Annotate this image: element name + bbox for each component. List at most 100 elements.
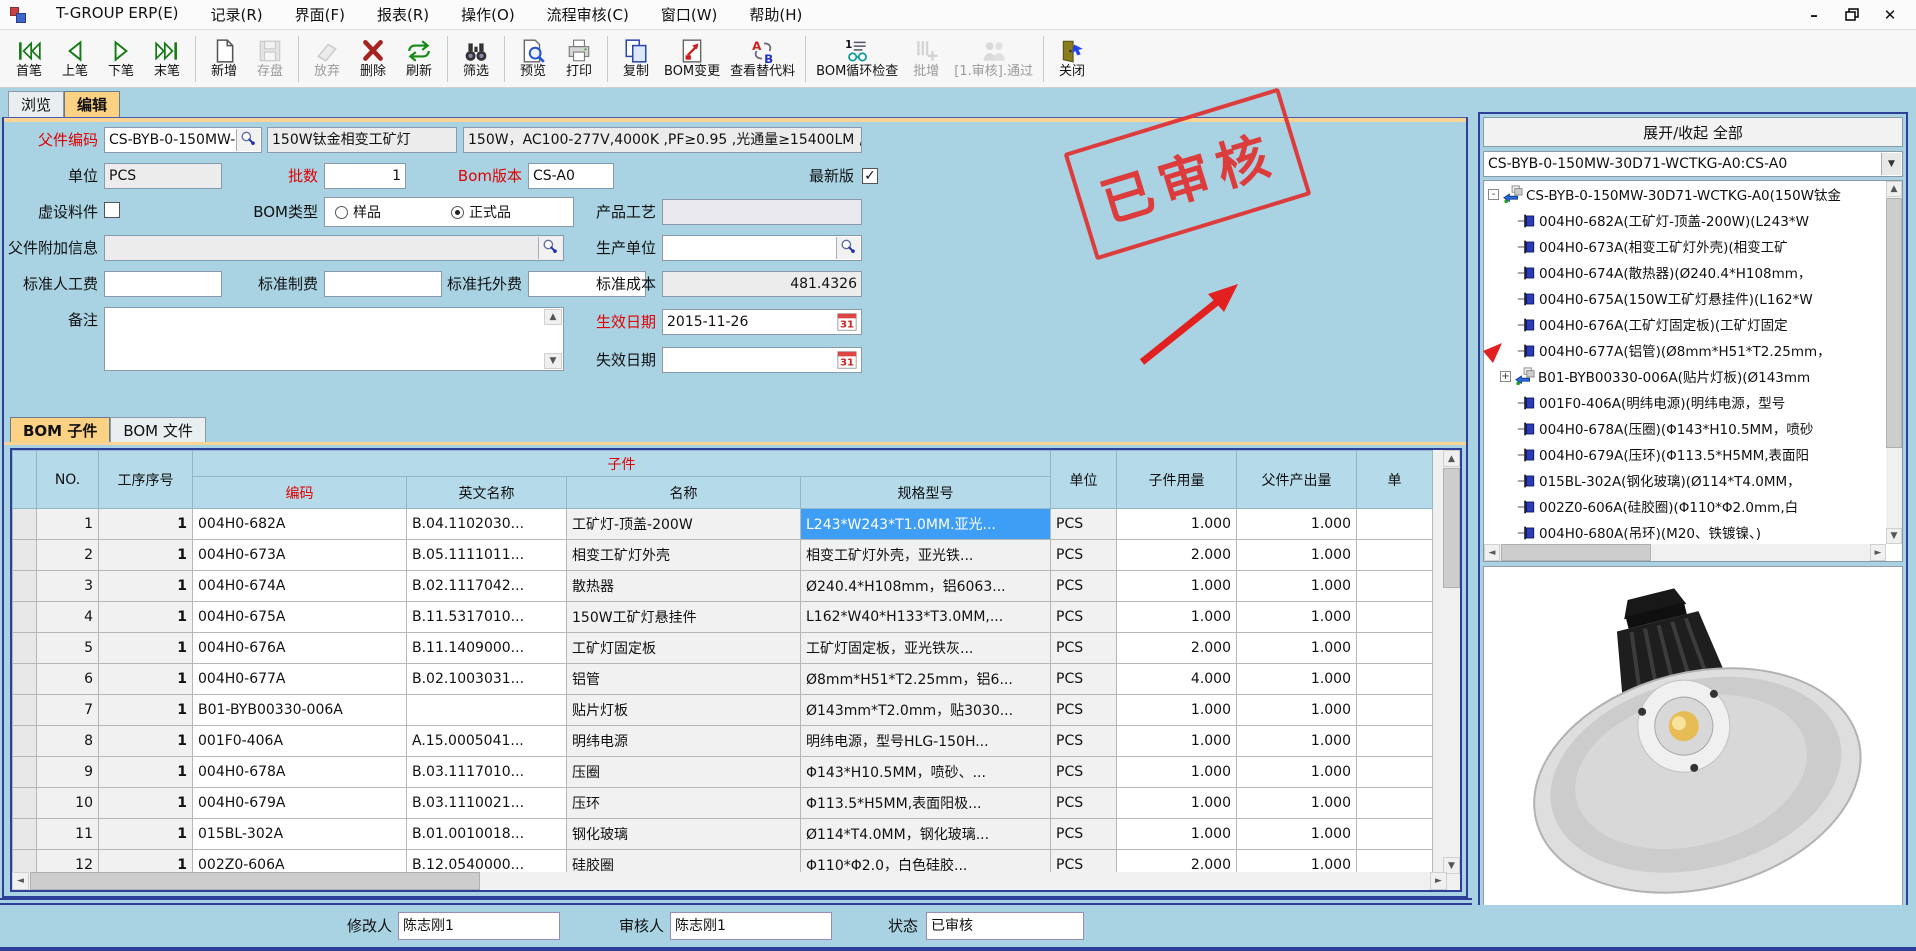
- cell-parent-qty[interactable]: 1.000: [1237, 695, 1357, 726]
- bom-table-hscrollbar[interactable]: ◄ ►: [12, 872, 1447, 890]
- production-unit-lookup-button[interactable]: [836, 237, 860, 259]
- cell-seq[interactable]: 1: [99, 571, 193, 602]
- row-selector[interactable]: [13, 602, 37, 633]
- cell-en-name[interactable]: [407, 695, 567, 726]
- toolbar-button-print[interactable]: 打印: [556, 32, 602, 86]
- cell-parent-qty[interactable]: 1.000: [1237, 571, 1357, 602]
- std-labor-input[interactable]: [104, 271, 222, 297]
- cell-unit[interactable]: PCS: [1051, 540, 1117, 571]
- cell-spec[interactable]: 工矿灯固定板，亚光铁灰...: [801, 633, 1051, 664]
- cell-qty[interactable]: 4.000: [1117, 664, 1237, 695]
- effective-date-calendar-button[interactable]: 31: [836, 311, 860, 333]
- effective-date-input[interactable]: 2015-11-26 31: [662, 309, 862, 335]
- cell-name[interactable]: 工矿灯-顶盖-200W: [567, 509, 801, 540]
- cell-seq[interactable]: 1: [99, 726, 193, 757]
- tab-edit[interactable]: 编辑: [64, 91, 120, 117]
- tree-item[interactable]: 004H0-682A(工矿灯-顶盖-200W)(L243*W: [1484, 207, 1902, 233]
- cell-extra[interactable]: [1357, 819, 1433, 850]
- cell-en-name[interactable]: B.11.1409000...: [407, 633, 567, 664]
- cell-extra[interactable]: [1357, 664, 1433, 695]
- cell-spec[interactable]: Ø240.4*H108mm，铝6063...: [801, 571, 1051, 602]
- cell-spec[interactable]: Φ113.5*H5MM,表面阳极...: [801, 788, 1051, 819]
- toolbar-button-close-form[interactable]: 关闭: [1049, 32, 1095, 86]
- remark-scroll-up[interactable]: ▲: [544, 309, 562, 325]
- row-selector[interactable]: [13, 819, 37, 850]
- scroll-left-arrow[interactable]: ◄: [1484, 544, 1500, 561]
- remark-scroll-down[interactable]: ▼: [544, 353, 562, 369]
- cell-qty[interactable]: 1.000: [1117, 602, 1237, 633]
- restore-button[interactable]: [1840, 5, 1864, 25]
- bom-type-formal-radio[interactable]: 正式品: [451, 202, 511, 222]
- cell-code[interactable]: 004H0-677A: [193, 664, 407, 695]
- toolbar-button-new[interactable]: 新增: [201, 32, 247, 86]
- latest-version-checkbox[interactable]: ✓: [862, 168, 878, 184]
- cell-no[interactable]: 10: [37, 788, 99, 819]
- bom-type-sample-radio[interactable]: 样品: [335, 202, 381, 222]
- cell-seq[interactable]: 1: [99, 757, 193, 788]
- expand-collapse-all-button[interactable]: 展开/收起 全部: [1483, 117, 1903, 147]
- cell-en-name[interactable]: B.01.0010018...: [407, 819, 567, 850]
- cell-name[interactable]: 150W工矿灯悬挂件: [567, 602, 801, 633]
- tab-bom-children[interactable]: BOM 子件: [10, 417, 110, 442]
- cell-extra[interactable]: [1357, 571, 1433, 602]
- cell-parent-qty[interactable]: 1.000: [1237, 819, 1357, 850]
- toolbar-button-next-record[interactable]: 下笔: [98, 32, 144, 86]
- cell-name[interactable]: 明纬电源: [567, 726, 801, 757]
- cell-spec[interactable]: Ø8mm*H51*T2.25mm，铝6...: [801, 664, 1051, 695]
- cell-en-name[interactable]: B.02.1117042...: [407, 571, 567, 602]
- cell-en-name[interactable]: B.11.5317010...: [407, 602, 567, 633]
- cell-parent-qty[interactable]: 1.000: [1237, 633, 1357, 664]
- chevron-down-icon[interactable]: ▼: [1881, 153, 1901, 175]
- cell-en-name[interactable]: B.04.1102030...: [407, 509, 567, 540]
- tree-item[interactable]: 001F0-406A(明纬电源)(明纬电源，型号: [1484, 389, 1902, 415]
- cell-qty[interactable]: 1.000: [1117, 571, 1237, 602]
- collapse-icon[interactable]: -: [1488, 189, 1499, 200]
- cell-code[interactable]: 004H0-682A: [193, 509, 407, 540]
- cell-qty[interactable]: 1.000: [1117, 819, 1237, 850]
- toolbar-button-copy[interactable]: 复制: [613, 32, 659, 86]
- cell-unit[interactable]: PCS: [1051, 695, 1117, 726]
- cell-parent-qty[interactable]: 1.000: [1237, 540, 1357, 571]
- cell-code[interactable]: 004H0-678A: [193, 757, 407, 788]
- tab-bom-files[interactable]: BOM 文件: [110, 417, 206, 442]
- cell-qty[interactable]: 1.000: [1117, 695, 1237, 726]
- cell-code[interactable]: 001F0-406A: [193, 726, 407, 757]
- cell-unit[interactable]: PCS: [1051, 602, 1117, 633]
- menu-item-5[interactable]: 流程审核(C): [531, 0, 645, 29]
- cell-extra[interactable]: [1357, 633, 1433, 664]
- cell-parent-qty[interactable]: 1.000: [1237, 602, 1357, 633]
- cell-seq[interactable]: 1: [99, 788, 193, 819]
- tree-item[interactable]: 004H0-676A(工矿灯固定板)(工矿灯固定: [1484, 311, 1902, 337]
- cell-name[interactable]: 压圈: [567, 757, 801, 788]
- parent-code-input[interactable]: CS-BYB-0-150MW-3: [104, 127, 262, 153]
- cell-code[interactable]: B01-BYB00330-006A: [193, 695, 407, 726]
- cell-seq[interactable]: 1: [99, 695, 193, 726]
- cell-no[interactable]: 1: [37, 509, 99, 540]
- toolbar-button-preview[interactable]: 预览: [510, 32, 556, 86]
- toolbar-button-bom-change[interactable]: BOM变更: [659, 32, 725, 86]
- cell-unit[interactable]: PCS: [1051, 788, 1117, 819]
- bom-version-input[interactable]: CS-A0: [528, 163, 614, 189]
- hscroll-thumb[interactable]: [30, 872, 480, 890]
- row-selector[interactable]: [13, 726, 37, 757]
- remark-textarea[interactable]: ▲ ▼: [104, 307, 564, 371]
- menu-item-2[interactable]: 界面(F): [279, 0, 361, 29]
- scroll-up-arrow[interactable]: ▲: [1886, 181, 1902, 197]
- cell-extra[interactable]: [1357, 726, 1433, 757]
- cell-unit[interactable]: PCS: [1051, 757, 1117, 788]
- cell-name[interactable]: 铝管: [567, 664, 801, 695]
- tree-hscrollbar[interactable]: ◄ ►: [1484, 544, 1886, 561]
- cell-seq[interactable]: 1: [99, 602, 193, 633]
- menu-item-0[interactable]: T-GROUP ERP(E): [40, 0, 195, 29]
- cell-code[interactable]: 015BL-302A: [193, 819, 407, 850]
- expand-icon[interactable]: +: [1500, 371, 1511, 382]
- cell-seq[interactable]: 1: [99, 540, 193, 571]
- toolbar-button-prev-record[interactable]: 上笔: [52, 32, 98, 86]
- cell-name[interactable]: 相变工矿灯外壳: [567, 540, 801, 571]
- cell-seq[interactable]: 1: [99, 664, 193, 695]
- tree-item[interactable]: 015BL-302A(钢化玻璃)(Ø114*T4.0MM，: [1484, 467, 1902, 493]
- cell-spec[interactable]: L162*W40*H133*T3.0MM,...: [801, 602, 1051, 633]
- vscroll-thumb[interactable]: [1886, 198, 1902, 448]
- cell-extra[interactable]: [1357, 540, 1433, 571]
- cell-code[interactable]: 004H0-679A: [193, 788, 407, 819]
